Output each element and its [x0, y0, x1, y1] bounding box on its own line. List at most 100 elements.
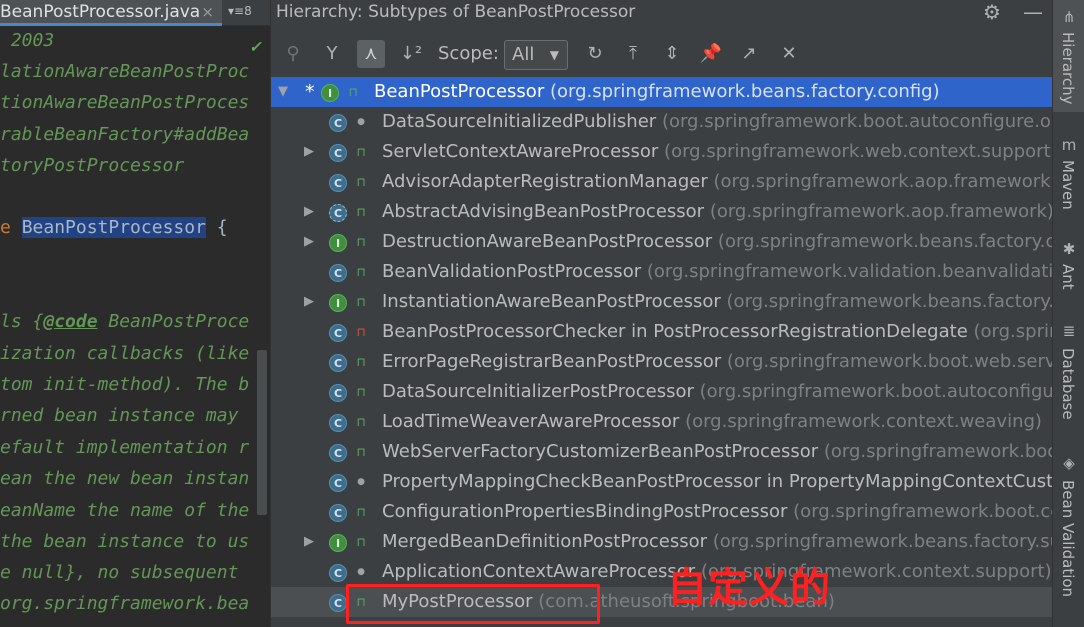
editor-scrollbar[interactable]: [257, 350, 267, 515]
class-icon: C: [329, 144, 347, 162]
tree-node[interactable]: ▶ I ⊓ DestructionAwareBeanPostProcessor (or…: [271, 227, 1053, 257]
code-line: efault implementation r: [0, 433, 249, 463]
expand-arrow-closed-icon[interactable]: ▶: [301, 527, 317, 557]
code-line: tionAwareBeanPostProces: [0, 88, 249, 118]
tree-node[interactable]: C ● ApplicationContextAwareProcessor (org.…: [271, 557, 1053, 587]
tree-node[interactable]: C ⊓ ConfigurationPropertiesBindingPostProc…: [271, 497, 1053, 527]
package-private-icon: ●: [357, 477, 365, 487]
code-token: @code: [43, 311, 98, 332]
tree-node[interactable]: ▶ C ⊓ ServletContextAwareProcessor (org.spr…: [271, 137, 1053, 167]
type-hierarchy-icon[interactable]: Y: [318, 40, 346, 68]
package-name: (org.springframework.boot.autoconfigure.…: [661, 111, 1053, 132]
tree-node[interactable]: C ⊓ AdvisorAdapterRegistrationManager (org…: [271, 167, 1053, 197]
tool-window-tab-bean-validation[interactable]: ◈ Bean Validation: [1053, 448, 1084, 608]
code-token: tionAwareBeanPostProces: [0, 92, 250, 113]
scope-label: Scope:: [438, 43, 499, 64]
code-token: org.springframework.bea: [0, 593, 250, 614]
pin-icon[interactable]: 📌: [697, 40, 725, 68]
package-name: (org.springframework.context.weaving): [685, 411, 1042, 432]
class-name: ConfigurationPropertiesBindingPostProces…: [382, 501, 788, 522]
tool-window-tab-ant[interactable]: ✱ Ant: [1053, 236, 1084, 296]
refresh-icon[interactable]: ↻: [581, 40, 609, 68]
code-token: ean the new bean instan: [0, 468, 250, 489]
tree-node[interactable]: ▶ I ⊓ InstantiationAwareBeanPostProcessor (…: [271, 287, 1053, 317]
abstract-class-icon: C: [329, 204, 347, 222]
class-icon: C: [329, 264, 347, 282]
ant-icon: ✱: [1062, 240, 1076, 258]
package-name: (org.springframework.beans.factory.confi…: [549, 81, 940, 102]
package-name: (org.springframework.context.support): [973, 321, 1053, 342]
class-name: BeanPostProcessor: [374, 81, 545, 102]
tree-node[interactable]: C ● DataSourceInitializedPublisher (org.sp…: [271, 107, 1053, 137]
code-line: ls {@code BeanPostProce: [0, 307, 249, 337]
package-name: (org.springframework.beans.factory.confi…: [717, 231, 1053, 252]
tree-node[interactable]: C ⊓ DataSourceInitializerPostProcessor (or…: [271, 377, 1053, 407]
public-lock-icon: ⊓: [356, 385, 366, 399]
interface-icon: I: [329, 234, 347, 252]
tree-node[interactable]: C ⊓ ErrorPageRegistrarBeanPostProcessor (o…: [271, 347, 1053, 377]
tree-node[interactable]: ▼ * I ⊓ BeanPostProcessor (org.springframewo…: [271, 77, 1053, 107]
bean-validation-icon: ◈: [1063, 454, 1075, 472]
hierarchy-tree[interactable]: ▼ * I ⊓ BeanPostProcessor (org.springframewo…: [271, 77, 1053, 627]
public-lock-icon: ⊓: [356, 295, 366, 309]
tree-node[interactable]: C ⊓ BeanValidationPostProcessor (org.sprin…: [271, 257, 1053, 287]
public-lock-icon: ⊓: [356, 265, 366, 279]
expand-all-icon[interactable]: ⇕: [658, 40, 686, 68]
annotation-text: 自定义的: [667, 565, 831, 611]
tab-list-icon[interactable]: ▾≡8: [228, 4, 252, 18]
expand-arrow-open-icon[interactable]: ▼: [275, 77, 291, 107]
public-lock-icon: ⊓: [356, 145, 366, 159]
minimize-icon[interactable]: —: [1023, 0, 1043, 25]
class-name: ServletContextAwareProcessor: [382, 141, 659, 162]
expand-arrow-closed-icon[interactable]: ▶: [301, 287, 317, 317]
tree-node-label: InstantiationAwareBeanPostProcessor (org…: [382, 287, 1053, 317]
class-name: LoadTimeWeaverAwareProcessor: [382, 411, 680, 432]
sort-alphabetically-icon[interactable]: ↓²: [397, 40, 425, 68]
tool-window-tab-maven[interactable]: m Maven: [1053, 128, 1084, 218]
code-editor[interactable]: BeanPostProcessor.java × ▾≡8 2003 ✓ lation…: [0, 0, 270, 627]
package-name: (org.springframework.boot.web.server): [823, 441, 1053, 462]
class-name: BeanValidationPostProcessor: [382, 261, 642, 282]
subtypes-hierarchy-icon[interactable]: ⋏: [357, 40, 385, 68]
code-token: e null}, no subsequent: [0, 562, 239, 583]
code-token: eanName the name of the: [0, 500, 250, 521]
close-icon[interactable]: ✕: [775, 40, 803, 68]
tree-node[interactable]: ▶ C ⊓ AbstractAdvisingBeanPostProcessor (or…: [271, 197, 1053, 227]
open-in-window-icon[interactable]: ↗: [735, 40, 763, 68]
tree-node[interactable]: ▶ I ⊓ MergedBeanDefinitionPostProcessor (or…: [271, 527, 1053, 557]
code-line: org.springframework.bea: [0, 589, 249, 619]
class-icon: C: [329, 114, 347, 132]
public-lock-icon: ⊓: [356, 445, 366, 459]
code-token: ization callbacks (like: [0, 343, 250, 364]
tool-window-tab-database[interactable]: ≣ Database: [1053, 318, 1084, 428]
public-lock-icon: ⊓: [356, 415, 366, 429]
scope-select[interactable]: All ▼: [504, 40, 568, 70]
tree-node[interactable]: C ⊓ LoadTimeWeaverAwareProcessor (org.spri…: [271, 407, 1053, 437]
close-icon[interactable]: ×: [201, 0, 214, 23]
tree-node[interactable]: C ● PropertyMappingCheckBeanPostProcessor …: [271, 467, 1053, 497]
supertypes-hierarchy-icon[interactable]: ⚲: [279, 40, 307, 68]
class-icon: C: [329, 414, 347, 432]
gear-icon[interactable]: ⚙: [983, 0, 1001, 25]
chevron-down-icon: ▼: [549, 48, 559, 62]
class-name: DestructionAwareBeanPostProcessor: [382, 231, 713, 252]
expand-arrow-closed-icon[interactable]: ▶: [301, 197, 317, 227]
interface-icon: I: [321, 84, 339, 102]
editor-tab[interactable]: BeanPostProcessor.java ×: [0, 0, 222, 26]
public-lock-icon: ⊓: [356, 205, 366, 219]
tree-node[interactable]: C ⊓ BeanPostProcessorChecker in PostProces…: [271, 317, 1053, 347]
export-icon[interactable]: ⤒: [619, 40, 647, 68]
expand-arrow-closed-icon[interactable]: ▶: [301, 227, 317, 257]
tree-node-label: MergedBeanDefinitionPostProcessor (org.s…: [382, 527, 1053, 557]
panel-header: Hierarchy: Subtypes of BeanPostProcessor…: [271, 0, 1053, 26]
code-token: the bean instance to us: [0, 531, 250, 552]
expand-arrow-closed-icon[interactable]: ▶: [301, 137, 317, 167]
tool-window-tab-hierarchy[interactable]: ⋔ Hierarchy: [1053, 0, 1084, 112]
code-token: e: [0, 217, 22, 238]
class-icon: C: [329, 384, 347, 402]
class-name: PropertyMappingCheckBeanPostProcessor in…: [382, 471, 1053, 492]
code-line: e null}, no subsequent: [0, 558, 238, 588]
tree-node[interactable]: C ⊓ WebServerFactoryCustomizerBeanPostProc…: [271, 437, 1053, 467]
tree-node-label: PropertyMappingCheckBeanPostProcessor in…: [382, 467, 1053, 497]
class-icon: C: [329, 324, 347, 342]
